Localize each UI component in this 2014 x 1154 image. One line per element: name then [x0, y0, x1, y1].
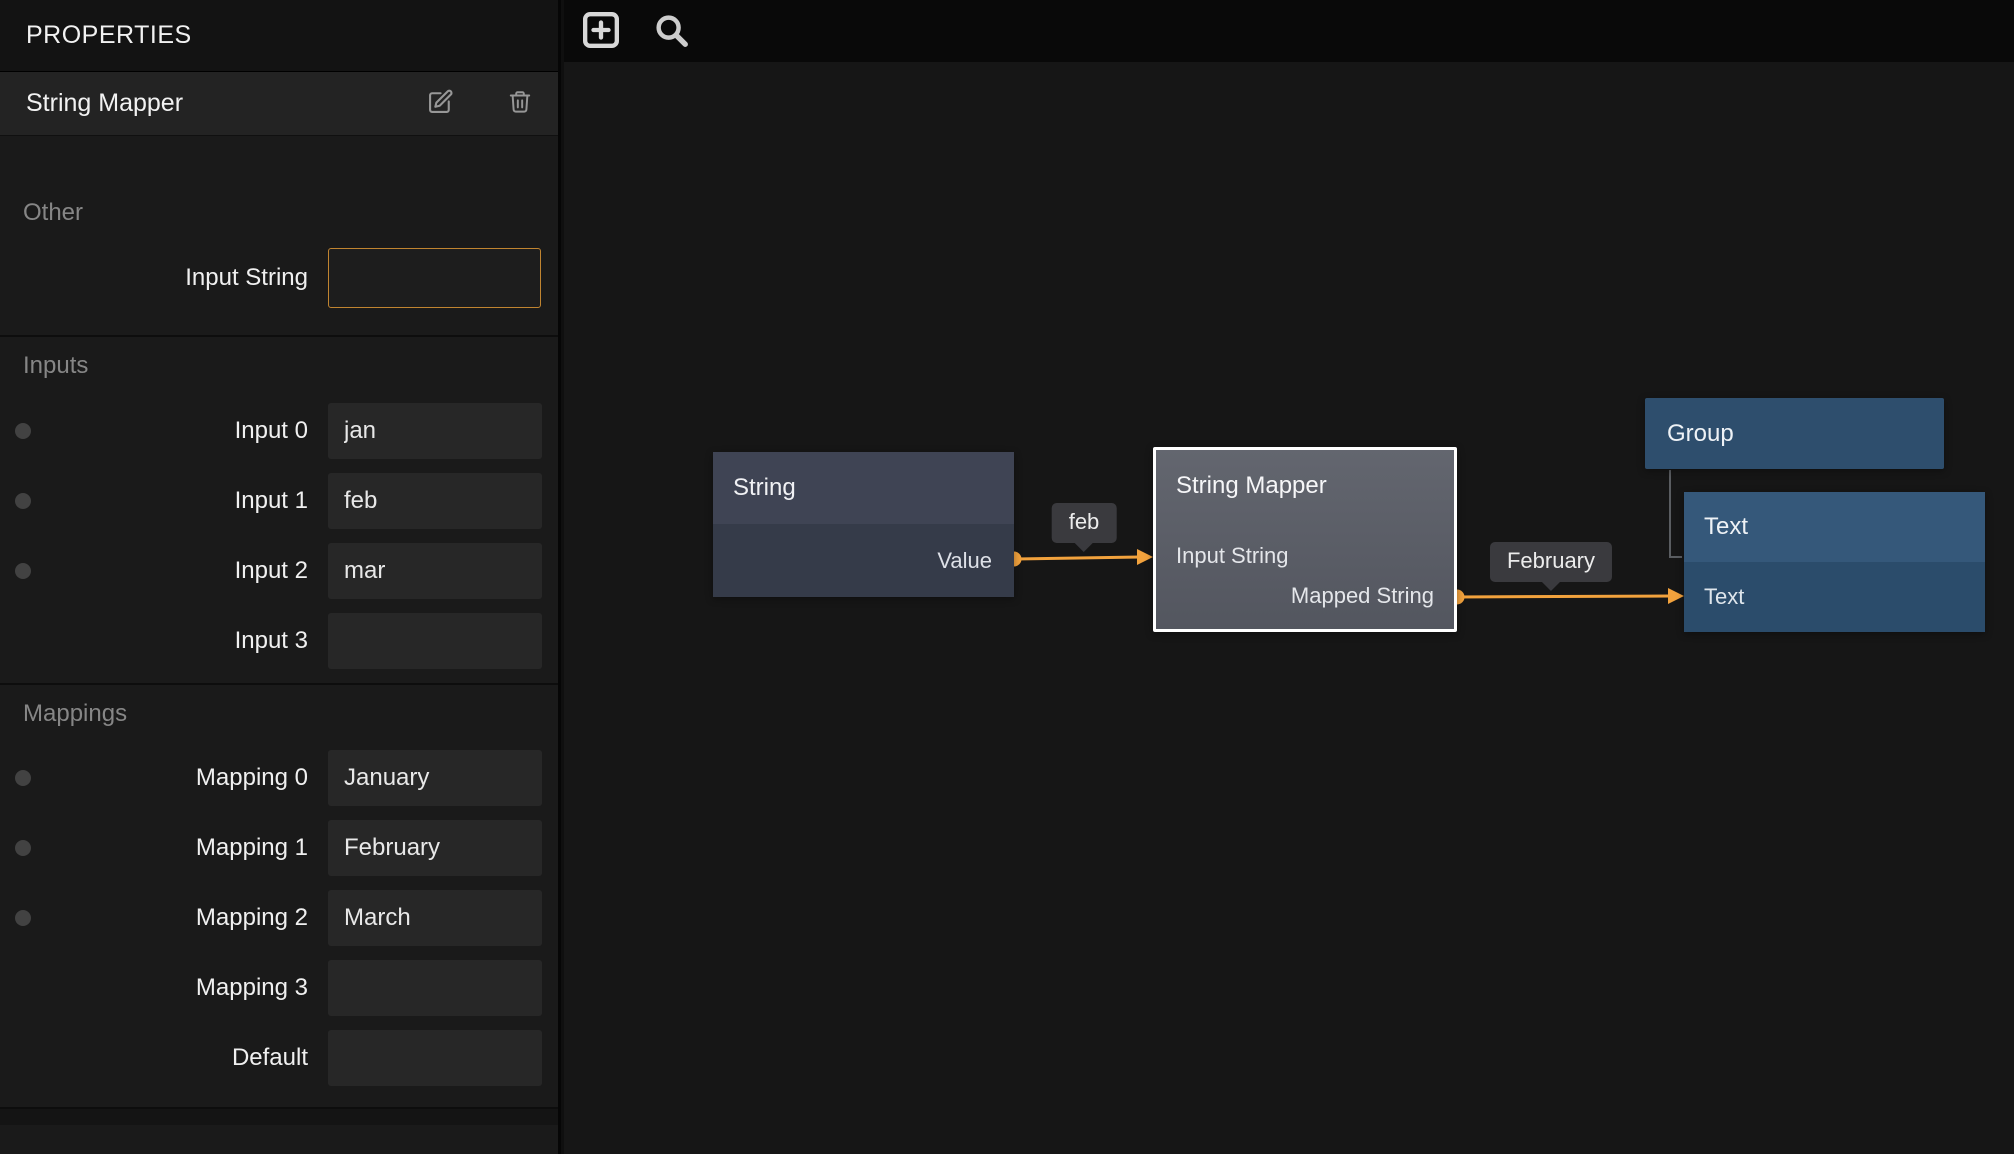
magnifier-icon	[652, 11, 690, 52]
section-label-other: Other	[0, 198, 558, 228]
app-window: PROPERTIES String Mapper	[0, 0, 2014, 1154]
input-row-0: Input 0	[0, 403, 558, 459]
node-string-mapper[interactable]: String Mapper Input String Mapped String	[1153, 447, 1457, 632]
input-row-label: Input 2	[0, 557, 308, 585]
input-row-1: Input 1	[0, 473, 558, 529]
mapping-row-field[interactable]	[328, 1030, 542, 1086]
mapping-row-label: Mapping 3	[0, 974, 308, 1002]
input-row-3: Input 3	[0, 613, 558, 669]
input-row-field[interactable]	[328, 613, 542, 669]
mapping-row-label: Mapping 1	[0, 834, 308, 862]
output-port-label: Mapped String	[1291, 583, 1434, 609]
wire-arrowhead-icon	[1668, 588, 1684, 604]
selected-node-row: String Mapper	[0, 72, 558, 136]
properties-panel: PROPERTIES String Mapper	[0, 0, 561, 1154]
input-row-field[interactable]	[328, 403, 542, 459]
trash-icon	[507, 89, 533, 118]
section-divider	[0, 335, 558, 337]
input-string-row: Input String	[0, 248, 558, 308]
input-row-2: Input 2	[0, 543, 558, 599]
panel-title: PROPERTIES	[26, 21, 192, 50]
node-group[interactable]: Group	[1645, 398, 1944, 469]
mapping-row-field[interactable]	[328, 960, 542, 1016]
mapping-row-1: Mapping 1	[0, 820, 558, 876]
node-title: String Mapper	[1176, 472, 1327, 500]
mapping-row-label: Default	[0, 1044, 308, 1072]
input-string-label: Input String	[0, 264, 308, 292]
output-port-label: Value	[937, 548, 992, 574]
wire-february[interactable]	[1450, 588, 1685, 605]
input-port-label: Text	[1684, 562, 1985, 632]
group-child-connector	[1670, 470, 1682, 557]
mapping-row-0: Mapping 0	[0, 750, 558, 806]
input-string-field[interactable]	[328, 248, 541, 308]
input-row-field[interactable]	[328, 543, 542, 599]
plus-icon	[581, 10, 621, 53]
node-title: Text	[1684, 492, 1985, 562]
edit-name-button[interactable]	[426, 90, 454, 118]
port-dot[interactable]	[15, 423, 31, 439]
mapping-row-field[interactable]	[328, 820, 542, 876]
selected-node-title: String Mapper	[26, 89, 426, 118]
port-dot[interactable]	[15, 840, 31, 856]
mapping-row-default: Default	[0, 1030, 558, 1086]
pencil-icon	[426, 88, 454, 119]
search-button[interactable]	[650, 10, 692, 52]
input-port-label: Input String	[1176, 543, 1289, 569]
port-dot[interactable]	[15, 770, 31, 786]
input-row-field[interactable]	[328, 473, 542, 529]
input-row-label: Input 1	[0, 487, 308, 515]
mapping-row-label: Mapping 2	[0, 904, 308, 932]
port-dot[interactable]	[15, 563, 31, 579]
node-output-row: Value	[713, 524, 1014, 597]
mapping-row-2: Mapping 2	[0, 890, 558, 946]
node-title: String	[713, 452, 1014, 524]
section-divider	[0, 683, 558, 685]
mapping-row-3: Mapping 3	[0, 960, 558, 1016]
node-string[interactable]: String Value	[713, 452, 1014, 597]
inputs-rows: Input 0 Input 1 Input 2 Input 3	[0, 403, 558, 669]
node-title: Group	[1667, 420, 1734, 448]
section-label-mappings: Mappings	[0, 699, 558, 729]
input-row-label: Input 0	[0, 417, 308, 445]
port-dot[interactable]	[15, 493, 31, 509]
add-node-button[interactable]	[580, 10, 622, 52]
mapping-row-field[interactable]	[328, 750, 542, 806]
delete-node-button[interactable]	[506, 90, 534, 118]
mappings-rows: Mapping 0 Mapping 1 Mapping 2 Mapping 3 …	[0, 750, 558, 1086]
panel-header: PROPERTIES	[0, 0, 558, 72]
port-dot[interactable]	[15, 910, 31, 926]
section-label-inputs: Inputs	[0, 351, 558, 381]
node-text[interactable]: Text Text	[1684, 492, 1985, 632]
node-canvas[interactable]: String Value String Mapper Input String …	[564, 0, 2014, 1154]
wire-value-label: February	[1490, 542, 1612, 582]
panel-footer	[0, 1109, 558, 1125]
input-row-label: Input 3	[0, 627, 308, 655]
canvas-toolbar	[564, 0, 2014, 62]
mapping-row-field[interactable]	[328, 890, 542, 946]
wire-value-label: feb	[1052, 503, 1117, 543]
mapping-row-label: Mapping 0	[0, 764, 308, 792]
wire-arrowhead-icon	[1137, 549, 1153, 565]
